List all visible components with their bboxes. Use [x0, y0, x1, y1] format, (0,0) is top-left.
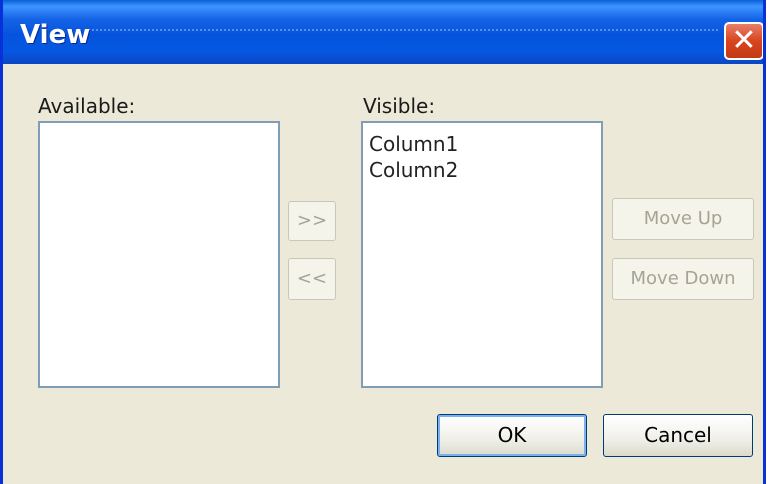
available-listbox[interactable] [38, 121, 280, 388]
move-down-button[interactable]: Move Down [612, 258, 754, 300]
list-item[interactable]: Column2 [363, 157, 601, 183]
close-icon: ✕ [731, 23, 757, 58]
remove-button[interactable]: << [288, 258, 336, 300]
ok-button[interactable]: OK [437, 414, 587, 457]
title-bar-texture [88, 29, 719, 31]
available-label: Available: [38, 94, 136, 118]
list-item[interactable]: Column1 [363, 131, 601, 157]
cancel-button[interactable]: Cancel [603, 414, 753, 457]
view-dialog: View ✕ Available: >> << Visible: Column1… [0, 0, 766, 484]
move-up-button[interactable]: Move Up [612, 198, 754, 240]
close-button[interactable]: ✕ [724, 22, 763, 60]
dialog-title: View [20, 20, 91, 50]
add-button[interactable]: >> [288, 201, 336, 241]
visible-listbox[interactable]: Column1 Column2 [361, 121, 603, 388]
visible-label: Visible: [363, 94, 436, 118]
title-bar[interactable]: View ✕ [3, 0, 763, 64]
